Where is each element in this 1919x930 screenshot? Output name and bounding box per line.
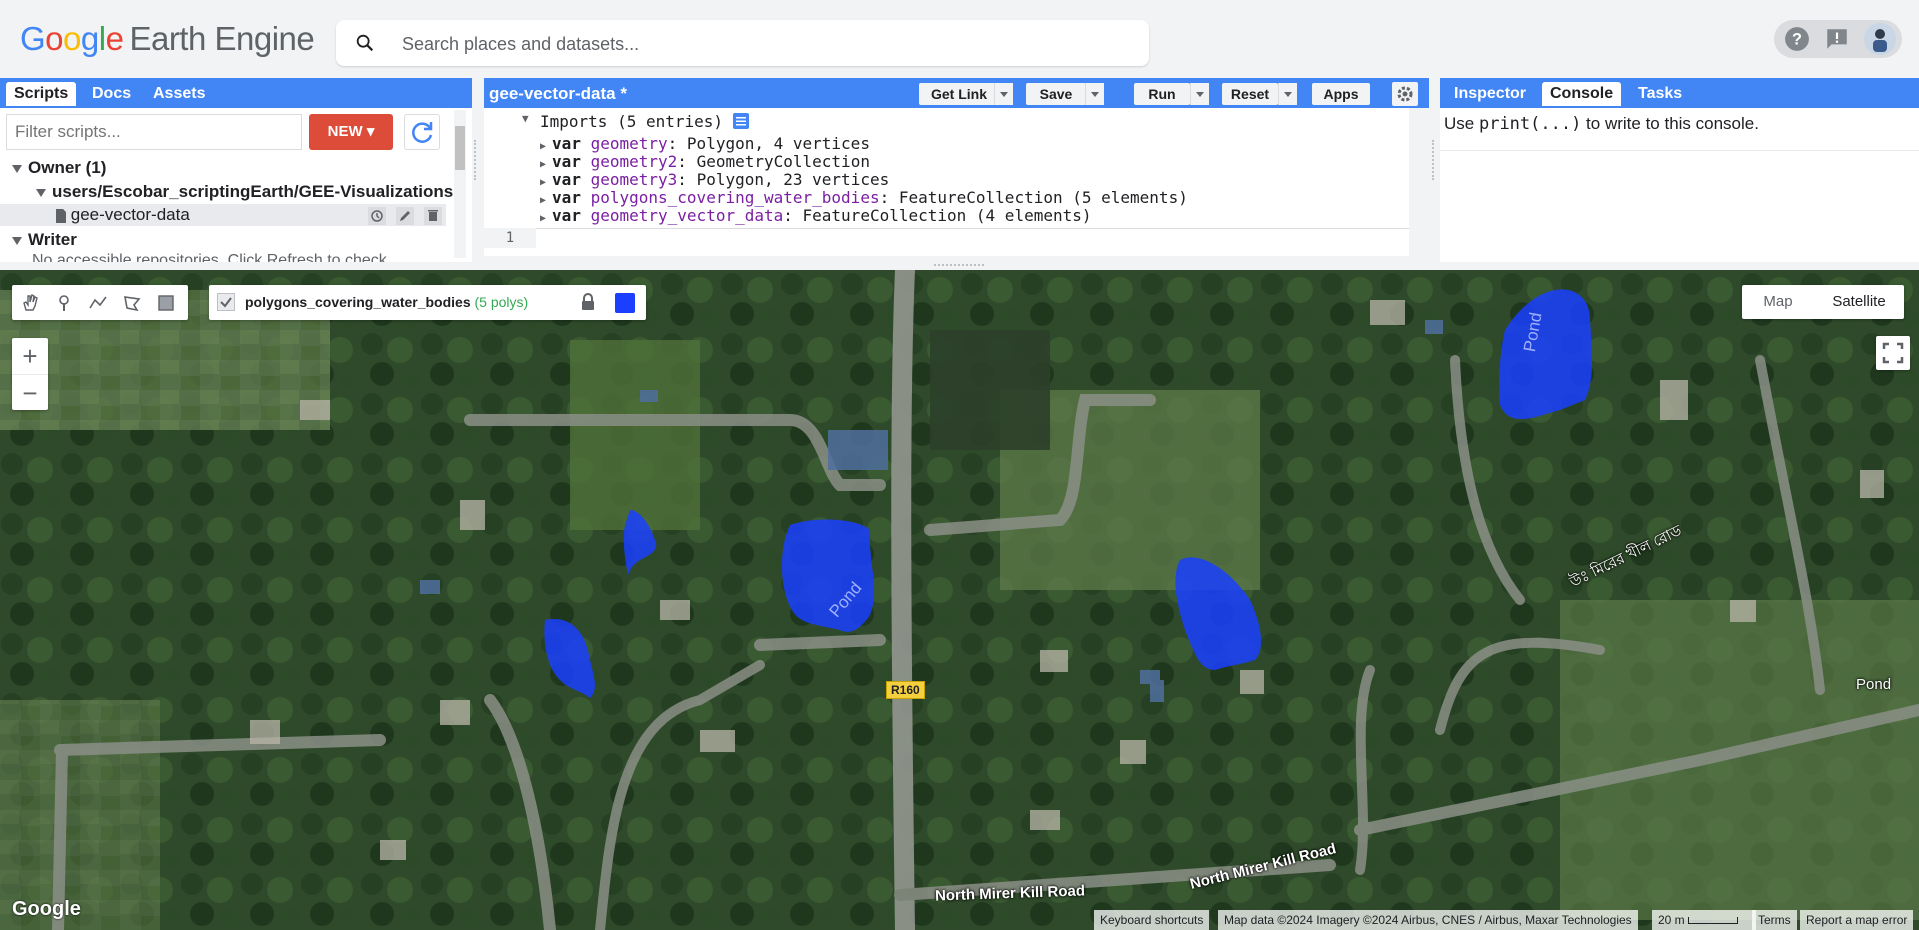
scripts-scrollbar[interactable]: [454, 110, 466, 258]
expand-arrow-icon[interactable]: ▶: [540, 177, 552, 188]
gear-icon: [1397, 86, 1413, 102]
new-button[interactable]: NEW ▾: [309, 114, 393, 150]
history-icon[interactable]: [368, 207, 386, 225]
pond-label: Pond: [1856, 676, 1892, 693]
tree-owner[interactable]: Owner (1): [12, 158, 106, 178]
tree-file[interactable]: gee-vector-data: [56, 205, 190, 225]
run-button[interactable]: Run: [1134, 83, 1190, 105]
app-header: GoogleEarth Engine ?: [0, 0, 1919, 78]
check-icon: [220, 297, 232, 308]
get-link-button[interactable]: Get Link: [919, 83, 999, 105]
refresh-icon: [412, 122, 433, 143]
drawing-tools: [12, 285, 188, 320]
search-bar: [336, 20, 1149, 66]
code-scrollbar[interactable]: [1410, 110, 1422, 258]
chevron-down-icon: [12, 164, 22, 173]
delete-icon[interactable]: [424, 207, 442, 225]
tree-repo[interactable]: users/Escobar_scriptingEarth/GEE-Visuali…: [36, 182, 453, 202]
chevron-down-icon: ▾: [366, 123, 375, 140]
expand-arrow-icon[interactable]: ▶: [540, 159, 552, 170]
file-icon: [56, 208, 66, 223]
reset-button[interactable]: Reset: [1222, 83, 1278, 105]
settings-button[interactable]: [1392, 82, 1418, 106]
console-divider: [1440, 150, 1919, 151]
feedback-icon[interactable]: [1824, 26, 1850, 52]
console-message: Use print(...) to write to this console.: [1444, 114, 1759, 134]
chevron-down-icon: [36, 188, 46, 197]
polygon-icon[interactable]: [122, 293, 142, 313]
search-input[interactable]: [400, 30, 1124, 58]
refresh-button[interactable]: [404, 114, 440, 150]
reset-dropdown[interactable]: [1278, 83, 1297, 105]
hand-icon[interactable]: [20, 293, 40, 313]
save-button[interactable]: Save: [1026, 83, 1086, 105]
lock-icon[interactable]: [579, 293, 597, 311]
map-type-control: Map Satellite: [1742, 285, 1904, 319]
scale-bar[interactable]: 20 m: [1652, 910, 1756, 930]
tab-tasks[interactable]: Tasks: [1630, 82, 1690, 106]
imports-doc-icon[interactable]: [732, 113, 749, 129]
search-icon: [356, 34, 374, 52]
import-row[interactable]: ▶ var geometry3: Polygon, 23 vertices: [540, 170, 889, 189]
layer-name[interactable]: polygons_covering_water_bodies (5 polys): [245, 294, 528, 310]
import-row[interactable]: ▶ var geometry: Polygon, 4 vertices: [540, 134, 870, 153]
report-map-error-link[interactable]: Report a map error: [1800, 910, 1914, 930]
imports-header[interactable]: Imports (5 entries): [540, 112, 749, 131]
keyboard-shortcuts-link[interactable]: Keyboard shortcuts: [1094, 910, 1210, 930]
apps-button[interactable]: Apps: [1312, 83, 1370, 105]
tab-scripts[interactable]: Scripts: [6, 82, 77, 106]
collapse-arrow-icon[interactable]: ▼: [522, 112, 529, 125]
zoom-in-button[interactable]: +: [12, 338, 48, 374]
map-canvas[interactable]: Pond Pond Pond North Mirer Kill Road Nor…: [0, 270, 1919, 930]
import-row[interactable]: ▶ var geometry_vector_data: FeatureColle…: [540, 206, 1092, 225]
map-type-map[interactable]: Map: [1742, 285, 1814, 319]
tab-docs[interactable]: Docs: [84, 82, 139, 106]
layer-visibility-checkbox[interactable]: [217, 293, 235, 311]
account-avatar[interactable]: [1864, 23, 1896, 55]
earth-engine-logo[interactable]: Google Earth Engine: [20, 20, 315, 58]
tab-assets[interactable]: Assets: [145, 82, 213, 106]
terms-link[interactable]: Terms: [1752, 910, 1797, 930]
script-title: gee-vector-data *: [489, 84, 627, 103]
map-type-satellite[interactable]: Satellite: [1814, 285, 1904, 319]
get-link-dropdown[interactable]: [994, 83, 1013, 105]
zoom-out-button[interactable]: −: [12, 374, 48, 411]
left-splitter-handle[interactable]: [474, 140, 484, 180]
tree-writer[interactable]: Writer: [12, 230, 77, 250]
edit-icon[interactable]: [396, 207, 414, 225]
code-line-1[interactable]: [484, 228, 1409, 249]
run-dropdown[interactable]: [1190, 83, 1209, 105]
fullscreen-icon: [1882, 342, 1904, 364]
tab-console[interactable]: Console: [1542, 82, 1622, 106]
writer-note: No accessible repositories. Click Refres…: [32, 252, 387, 262]
satellite-imagery: [0, 270, 1919, 930]
map-attribution: Map data ©2024 Imagery ©2024 Airbus, CNE…: [1218, 910, 1638, 930]
expand-arrow-icon[interactable]: ▶: [540, 213, 552, 224]
save-dropdown[interactable]: [1085, 83, 1104, 105]
import-row[interactable]: ▶ var geometry2: GeometryCollection: [540, 152, 870, 171]
expand-arrow-icon[interactable]: ▶: [540, 195, 552, 206]
import-row[interactable]: ▶ var polygons_covering_water_bodies: Fe…: [540, 188, 1188, 207]
filter-scripts-input[interactable]: [6, 114, 302, 150]
help-icon[interactable]: ?: [1784, 26, 1810, 52]
header-actions: ?: [1774, 20, 1902, 58]
google-logo: Google: [12, 898, 81, 920]
expand-arrow-icon[interactable]: ▶: [540, 141, 552, 152]
geometry-layer-panel: polygons_covering_water_bodies (5 polys): [209, 285, 646, 320]
line-number: 1: [484, 228, 536, 248]
svg-text:?: ?: [1792, 30, 1802, 48]
road-shield: R160: [886, 681, 925, 699]
scale-line: [1688, 917, 1739, 925]
marker-icon[interactable]: [54, 293, 74, 313]
layer-color-swatch[interactable]: [615, 293, 635, 313]
rectangle-icon[interactable]: [156, 293, 176, 313]
tab-inspector[interactable]: Inspector: [1446, 82, 1534, 106]
fullscreen-button[interactable]: [1876, 336, 1910, 370]
chevron-down-icon: [12, 236, 22, 245]
zoom-control: + −: [12, 338, 48, 410]
line-icon[interactable]: [88, 293, 108, 313]
